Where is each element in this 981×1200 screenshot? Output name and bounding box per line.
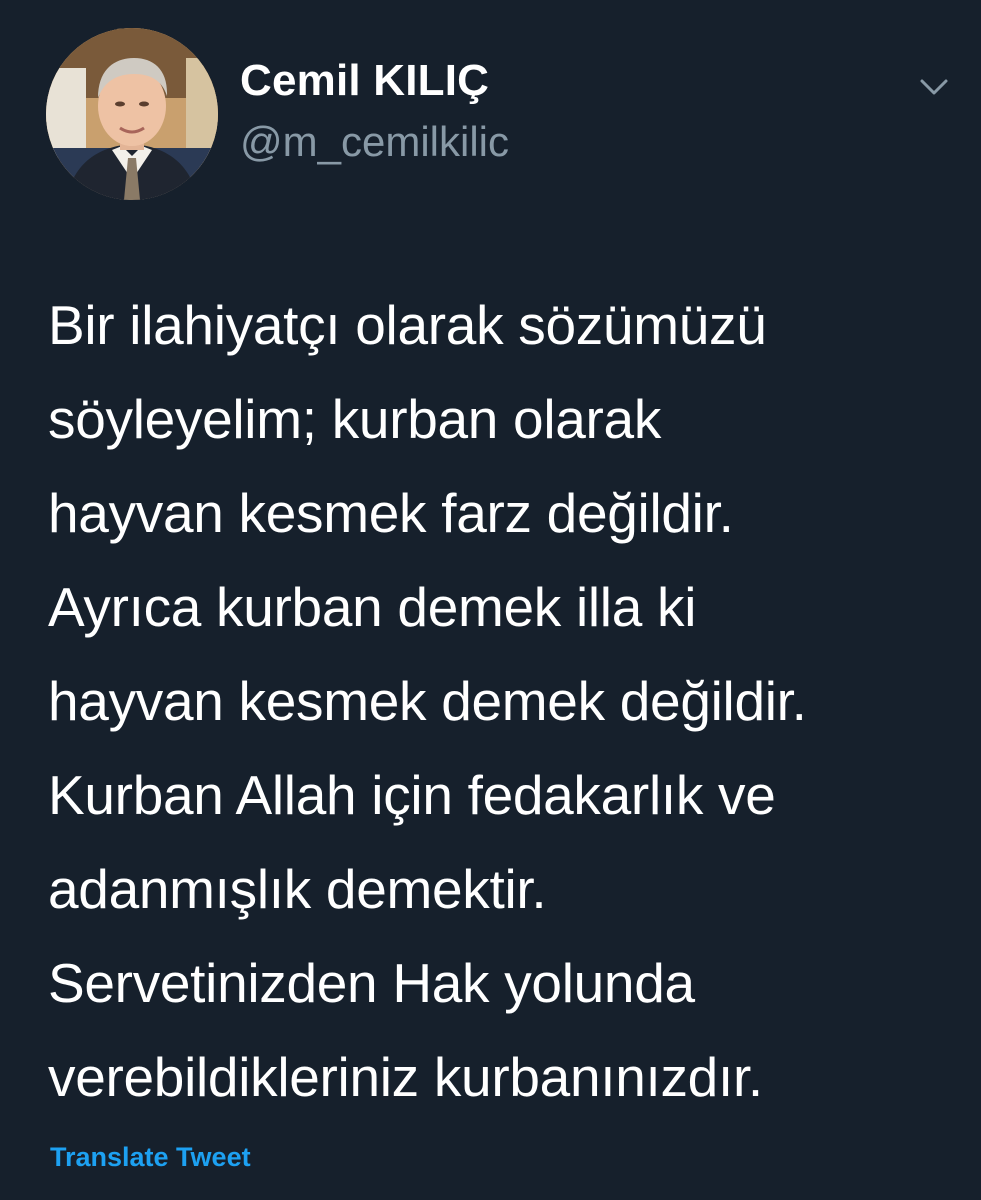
display-name[interactable]: Cemil KILIÇ <box>240 56 489 106</box>
tweet-text: Bir ilahiyatçı olarak sözümüzü söyleyeli… <box>48 278 958 1124</box>
avatar[interactable] <box>46 28 218 200</box>
tweet-line: adanmışlık demektir. <box>48 858 547 920</box>
tweet-line: Kurban Allah için fedakarlık ve <box>48 764 776 826</box>
tweet-card: Cemil KILIÇ @m_cemilkilic Bir ilahiyatçı… <box>0 0 981 1200</box>
tweet-line: Ayrıca kurban demek illa ki <box>48 576 697 638</box>
chevron-down-icon <box>920 79 948 95</box>
tweet-line: söyleyelim; kurban olarak <box>48 388 662 450</box>
tweet-line: hayvan kesmek farz değildir. <box>48 482 734 544</box>
tweet-line: verebildikleriniz kurbanınızdır. <box>48 1046 763 1108</box>
tweet-line: Servetinizden Hak yolunda <box>48 952 695 1014</box>
profile-photo <box>46 28 218 200</box>
tweet-line: Bir ilahiyatçı olarak sözümüzü <box>48 294 767 356</box>
user-handle[interactable]: @m_cemilkilic <box>240 118 509 166</box>
tweet-line: hayvan kesmek demek değildir. <box>48 670 807 732</box>
more-options-button[interactable] <box>914 72 954 102</box>
translate-tweet-link[interactable]: Translate Tweet <box>50 1142 251 1173</box>
